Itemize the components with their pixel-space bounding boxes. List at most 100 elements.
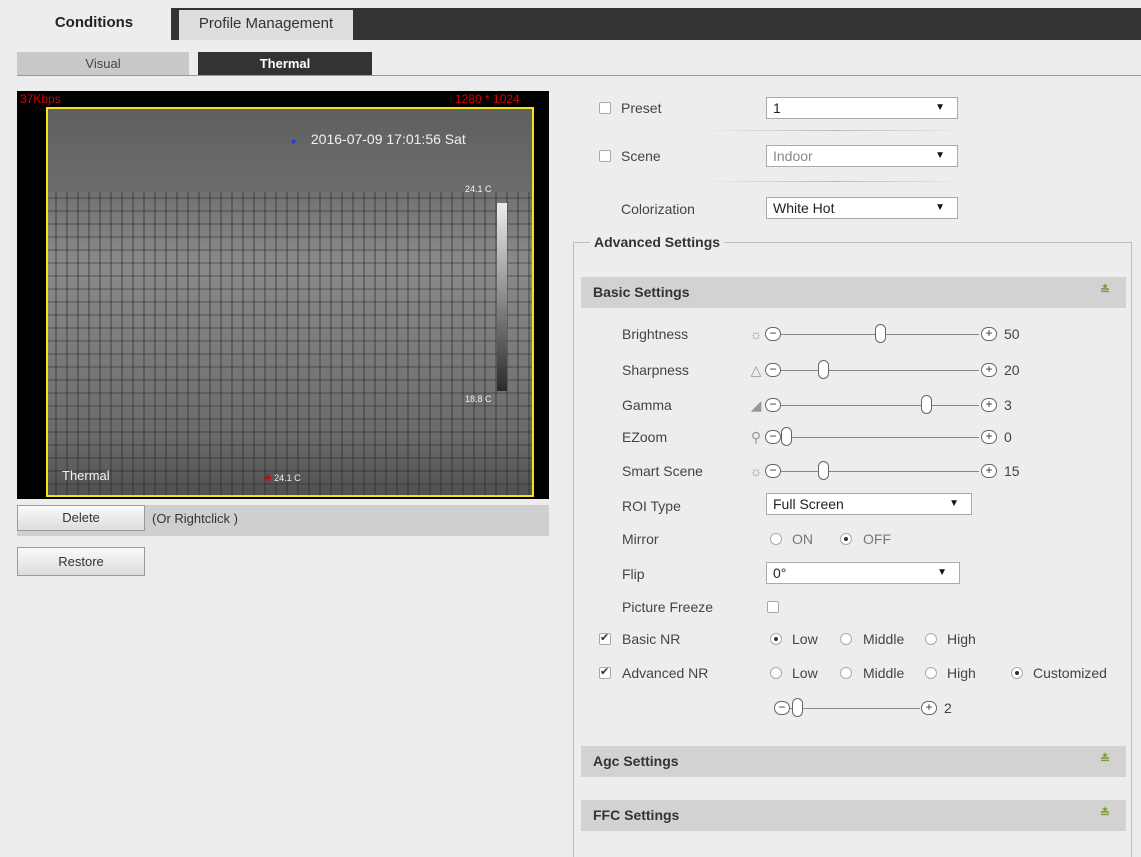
ezoom-plus-button[interactable]: + — [981, 430, 997, 444]
bitrate-text: 37Kbps — [20, 92, 61, 106]
ezoom-label: EZoom — [622, 429, 668, 445]
dropdown-arrow-icon: ▼ — [935, 150, 945, 161]
basic-settings-header[interactable]: Basic Settings ≛ — [581, 277, 1126, 308]
brightness-minus-button[interactable]: − — [765, 327, 781, 341]
gamma-icon: ◢ — [750, 397, 762, 413]
advanced-nr-customized-radio[interactable] — [1011, 667, 1023, 679]
basic-nr-high-label: High — [947, 631, 976, 647]
smart-scene-icon: ☼ — [749, 463, 763, 479]
mirror-on-radio[interactable] — [770, 533, 782, 545]
ffc-settings-title: FFC Settings — [593, 807, 680, 823]
mirror-on-label: ON — [792, 531, 813, 547]
expand-chevron-icon[interactable]: ≛ — [1100, 806, 1110, 820]
advanced-nr-middle-label: Middle — [863, 665, 905, 681]
gamma-track[interactable] — [781, 405, 979, 406]
subtab-thermal[interactable]: Thermal — [198, 52, 372, 76]
expand-chevron-icon[interactable]: ≛ — [1100, 752, 1110, 766]
basic-nr-low-radio[interactable] — [770, 633, 782, 645]
gamma-value: 3 — [1004, 397, 1012, 413]
timestamp-text: ● 2016-07-09 17:01:56 Sat — [291, 131, 466, 147]
advanced-nr-slider-thumb[interactable] — [792, 698, 804, 717]
agc-settings-title: Agc Settings — [593, 753, 679, 769]
advanced-nr-label: Advanced NR — [622, 665, 709, 681]
ezoom-slider-thumb[interactable] — [781, 427, 792, 446]
separator — [700, 181, 970, 182]
brightness-plus-button[interactable]: + — [981, 327, 997, 341]
smart-scene-plus-button[interactable]: + — [981, 464, 997, 478]
scene-select[interactable]: Indoor ▼ — [766, 145, 958, 167]
scene-label: Scene — [621, 148, 661, 164]
advanced-nr-checkbox[interactable] — [599, 665, 611, 679]
dropdown-arrow-icon: ▼ — [935, 202, 945, 213]
gamma-minus-button[interactable]: − — [765, 398, 781, 412]
roi-type-select[interactable]: Full Screen ▼ — [766, 493, 972, 515]
preset-checkbox[interactable] — [599, 102, 611, 114]
preset-label: Preset — [621, 100, 662, 116]
agc-settings-header[interactable]: Agc Settings ≛ — [581, 746, 1126, 777]
smart-scene-track[interactable] — [781, 471, 979, 472]
ezoom-track[interactable] — [781, 437, 979, 438]
dropdown-arrow-icon: ▼ — [937, 567, 947, 578]
sharpness-track[interactable] — [781, 370, 979, 371]
brightness-label: Brightness — [622, 326, 689, 342]
mirror-off-radio[interactable] — [840, 533, 852, 545]
gamma-slider-thumb[interactable] — [921, 395, 933, 414]
preset-select[interactable]: 1 ▼ — [766, 97, 958, 119]
rightclick-hint: (Or Rightclick ) — [152, 511, 238, 526]
timestamp-value: 2016-07-09 17:01:56 Sat — [310, 131, 466, 147]
gamma-plus-button[interactable]: + — [981, 398, 997, 412]
brightness-icon: ☼ — [749, 326, 763, 342]
smart-scene-slider-thumb[interactable] — [818, 461, 830, 480]
subtab-divider — [17, 75, 1141, 76]
basic-nr-middle-radio[interactable] — [840, 633, 852, 645]
osd-logo-icon: ● — [291, 136, 297, 146]
roi-box[interactable] — [46, 107, 534, 497]
basic-nr-checkbox[interactable] — [599, 631, 611, 645]
restore-button[interactable]: Restore — [17, 547, 145, 576]
magnifier-icon: ⚲ — [750, 429, 762, 445]
scene-checkbox[interactable] — [599, 150, 611, 162]
sharpness-slider-thumb[interactable] — [818, 360, 830, 379]
picture-freeze-checkbox[interactable] — [767, 601, 779, 613]
collapse-chevron-icon[interactable]: ≛ — [1100, 283, 1110, 297]
subtab-visual[interactable]: Visual — [17, 52, 189, 76]
ffc-settings-header[interactable]: FFC Settings ≛ — [581, 800, 1126, 831]
delete-button[interactable]: Delete — [17, 505, 145, 531]
roi-type-label: ROI Type — [622, 498, 681, 514]
smart-scene-minus-button[interactable]: − — [765, 464, 781, 478]
colorization-select[interactable]: White Hot ▼ — [766, 197, 958, 219]
gamma-label: Gamma — [622, 397, 672, 413]
sharpness-plus-button[interactable]: + — [981, 363, 997, 377]
sharpness-value: 20 — [1004, 362, 1020, 378]
crosshair-icon: ✚ — [264, 473, 272, 483]
tab-conditions[interactable]: Conditions — [17, 8, 171, 40]
basic-settings-title: Basic Settings — [593, 284, 690, 300]
flip-select[interactable]: 0° ▼ — [766, 562, 960, 584]
advanced-settings-title: Advanced Settings — [590, 234, 725, 250]
basic-nr-high-radio[interactable] — [925, 633, 937, 645]
advanced-nr-track[interactable] — [790, 708, 920, 709]
advanced-nr-low-label: Low — [792, 665, 818, 681]
tab-profile-management[interactable]: Profile Management — [179, 10, 353, 40]
advanced-nr-minus-button[interactable]: − — [774, 701, 790, 715]
basic-nr-label: Basic NR — [622, 631, 681, 647]
dropdown-arrow-icon: ▼ — [949, 498, 959, 509]
advanced-nr-plus-button[interactable]: + — [921, 701, 937, 715]
top-tab-bar: Conditions Profile Management — [17, 8, 1141, 40]
ezoom-value: 0 — [1004, 429, 1012, 445]
basic-nr-middle-label: Middle — [863, 631, 905, 647]
sharpness-minus-button[interactable]: − — [765, 363, 781, 377]
video-preview[interactable]: 37Kbps 1280 * 1024 ● 2016-07-09 17:01:56… — [17, 91, 549, 499]
advanced-nr-value: 2 — [944, 700, 952, 716]
separator — [700, 130, 970, 131]
basic-nr-low-label: Low — [792, 631, 818, 647]
ezoom-minus-button[interactable]: − — [765, 430, 781, 444]
advanced-nr-low-radio[interactable] — [770, 667, 782, 679]
brightness-slider-thumb[interactable] — [874, 324, 886, 343]
resolution-text: 1280 * 1024 — [455, 92, 520, 106]
smart-scene-label: Smart Scene — [622, 463, 703, 479]
advanced-nr-middle-radio[interactable] — [840, 667, 852, 679]
advanced-nr-high-radio[interactable] — [925, 667, 937, 679]
mirror-label: Mirror — [622, 531, 659, 547]
flip-label: Flip — [622, 566, 645, 582]
